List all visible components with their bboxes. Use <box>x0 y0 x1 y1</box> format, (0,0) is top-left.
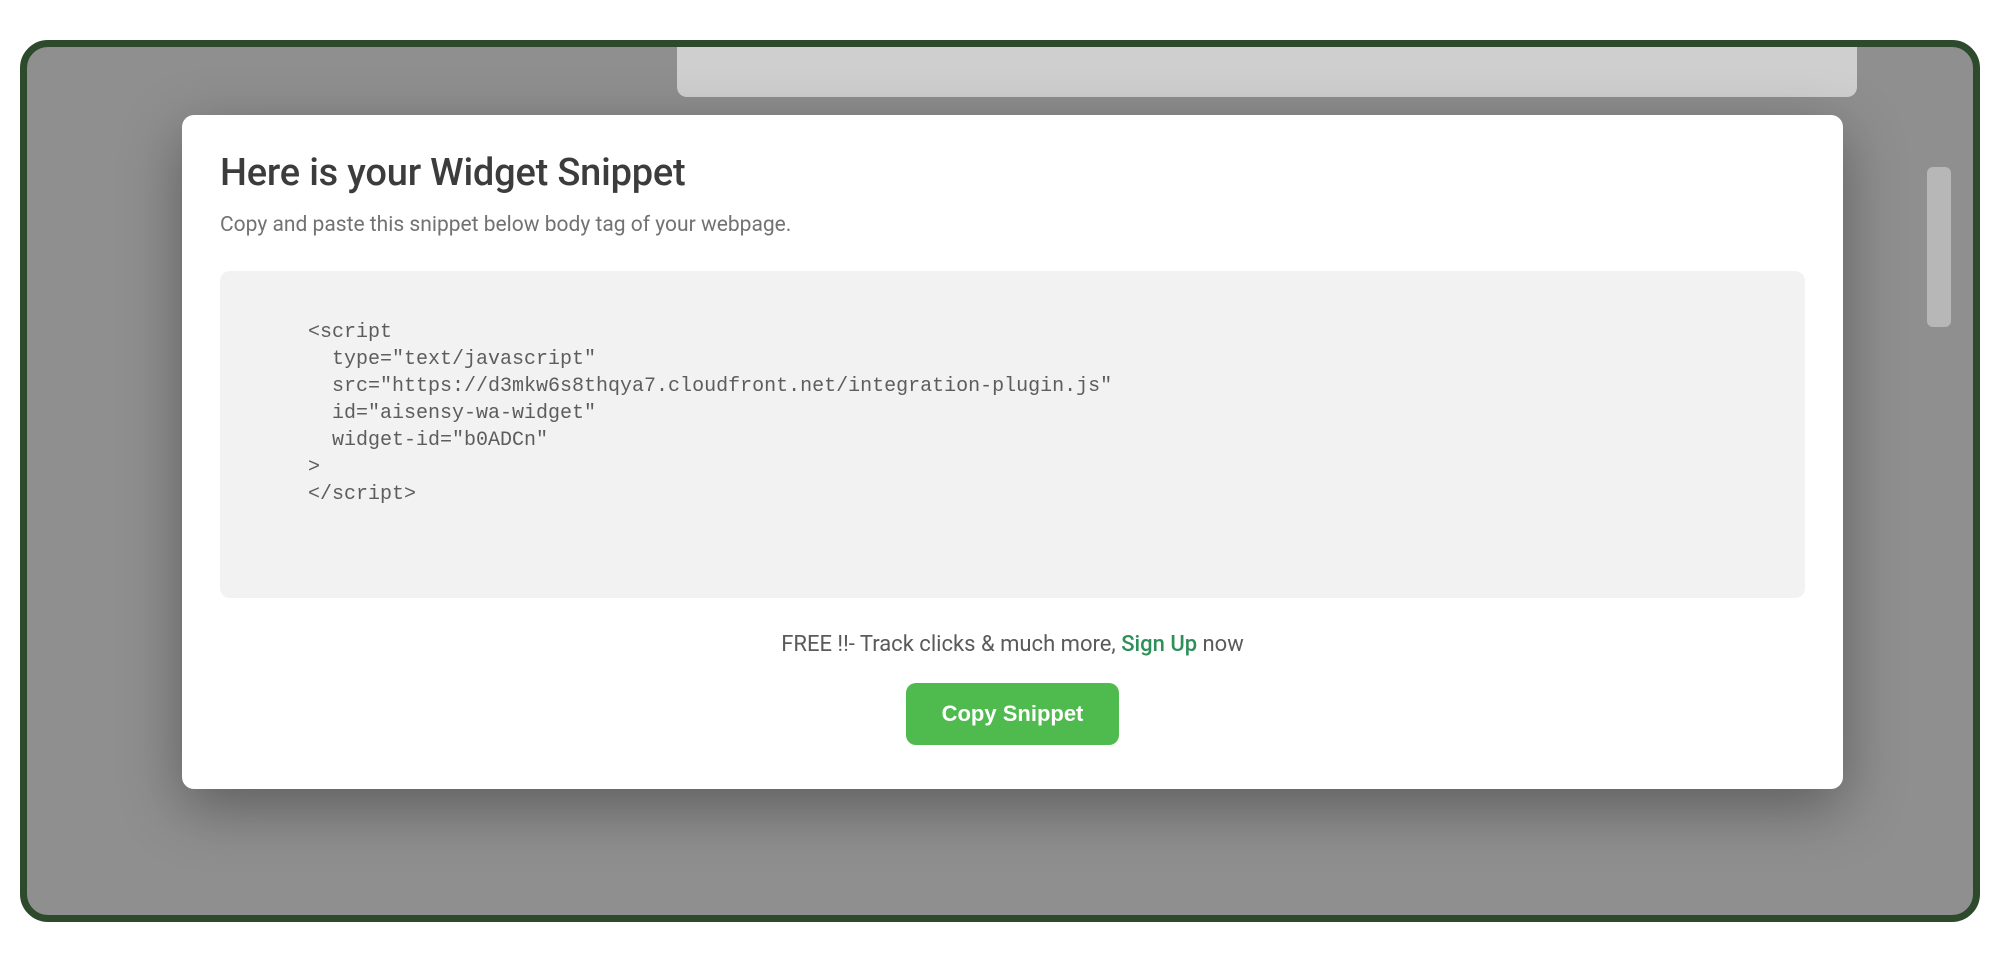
copy-snippet-button[interactable]: Copy Snippet <box>906 683 1120 745</box>
footer-prefix: FREE !!- Track clicks & much more, <box>781 632 1121 657</box>
background-panel <box>677 47 1857 97</box>
widget-snippet-modal: Here is your Widget Snippet Copy and pas… <box>182 115 1843 789</box>
footer-text: FREE !!- Track clicks & much more, Sign … <box>220 632 1805 657</box>
modal-footer: FREE !!- Track clicks & much more, Sign … <box>220 632 1805 745</box>
snippet-code-block[interactable]: <script type="text/javascript" src="http… <box>220 271 1805 598</box>
modal-title: Here is your Widget Snippet <box>220 151 1805 195</box>
page-backdrop: Here is your Widget Snippet Copy and pas… <box>20 40 1980 922</box>
modal-subtitle: Copy and paste this snippet below body t… <box>220 213 1805 237</box>
background-scroll-hint <box>1927 167 1951 327</box>
signup-link[interactable]: Sign Up <box>1121 632 1197 657</box>
footer-suffix: now <box>1197 632 1244 657</box>
